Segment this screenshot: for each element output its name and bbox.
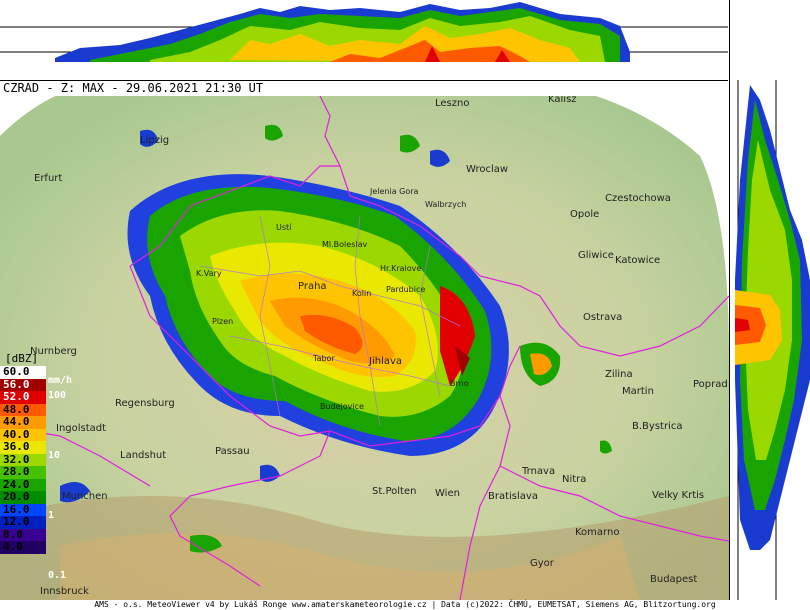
city-vkrtis: Velky Krtis bbox=[652, 490, 704, 501]
footer-credits: AMS - o.s. MeteoViewer v4 by Lukáš Ronge… bbox=[0, 600, 810, 610]
city-innsbruck: Innsbruck bbox=[40, 586, 89, 597]
city-trnava: Trnava bbox=[521, 466, 555, 477]
city-komarno: Komarno bbox=[575, 527, 619, 538]
city-passau: Passau bbox=[215, 446, 250, 457]
city-wroclaw: Wroclaw bbox=[466, 164, 508, 175]
side-profile-strip bbox=[729, 80, 810, 600]
legend-item: 52.0 bbox=[0, 390, 46, 404]
city-zilina: Zilina bbox=[605, 369, 633, 380]
city-wien: Wien bbox=[435, 488, 460, 499]
dbz-legend: [dBZ] 60.0 56.0 52.0 48.0 44.0 40.0 36.0 32.0 28… bbox=[0, 352, 78, 581]
city-leszno: Leszno bbox=[435, 98, 469, 109]
city-martin: Martin bbox=[622, 386, 654, 397]
city-ostrava: Ostrava bbox=[583, 312, 622, 323]
city-pardubice: Pardubice bbox=[386, 285, 425, 294]
city-gliwice: Gliwice bbox=[578, 250, 614, 261]
city-bratislava: Bratislava bbox=[488, 491, 538, 502]
map-svg: Leszno Kalisz Lipzig Wroclaw Erfurt Jele… bbox=[0, 96, 729, 600]
city-katowice: Katowice bbox=[615, 255, 660, 266]
city-nitra: Nitra bbox=[562, 474, 586, 485]
legend-item: 12.0 bbox=[0, 515, 46, 529]
legend-rate-10: 10 bbox=[48, 450, 61, 461]
legend-rate-100: 100 bbox=[48, 390, 67, 401]
legend-rate-0-1: 0.1 bbox=[48, 570, 67, 581]
top-profile-strip bbox=[0, 0, 728, 81]
city-lipzig: Lipzig bbox=[140, 135, 169, 146]
product-title: CZRAD - Z: MAX - 29.06.2021 21:30 UT bbox=[3, 81, 264, 95]
legend-item: 28.0 bbox=[0, 465, 46, 479]
city-jelenia: Jelenia Gora bbox=[369, 187, 419, 196]
city-walbrzych: Walbrzych bbox=[425, 200, 466, 209]
city-regensburg: Regensburg bbox=[115, 398, 175, 409]
city-jihlava: Jihlava bbox=[368, 356, 402, 367]
city-landshut: Landshut bbox=[120, 450, 166, 461]
city-budapest: Budapest bbox=[650, 574, 697, 585]
legend-unit-dbz: [dBZ] bbox=[5, 352, 39, 365]
side-profile-graph bbox=[735, 80, 810, 600]
city-brno: Brno bbox=[450, 379, 469, 388]
city-budejovice: Budejovice bbox=[320, 402, 364, 411]
city-gyor: Gyor bbox=[530, 558, 555, 569]
legend-item: 4.0 bbox=[0, 540, 46, 554]
city-tabor: Tabor bbox=[312, 354, 335, 363]
legend-unit-rate: mm/h bbox=[48, 375, 73, 386]
legend-item: 60.0 bbox=[0, 365, 46, 379]
radar-viewer: CZRAD - Z: MAX - 29.06.2021 21:30 UT Les… bbox=[0, 0, 810, 610]
city-plzen: Plzen bbox=[212, 317, 233, 326]
city-kolin: Kolin bbox=[352, 289, 371, 298]
legend-item: 20.0 bbox=[0, 490, 46, 504]
city-kalisz: Kalisz bbox=[548, 96, 577, 105]
radar-map[interactable]: Leszno Kalisz Lipzig Wroclaw Erfurt Jele… bbox=[0, 96, 729, 600]
city-hkralove: Hr.Kralove bbox=[380, 264, 421, 273]
legend-scale: 60.0 56.0 52.0 48.0 44.0 40.0 36.0 32.0 28.0 24.0… bbox=[0, 365, 78, 554]
city-stpolten: St.Polten bbox=[372, 486, 416, 497]
city-poprad: Poprad bbox=[693, 379, 728, 390]
city-bbystrica: B.Bystrica bbox=[632, 421, 682, 432]
legend-item: 36.0 bbox=[0, 440, 46, 454]
city-praha: Praha bbox=[298, 281, 327, 292]
city-erfurt: Erfurt bbox=[34, 173, 62, 184]
city-czestochowa: Czestochowa bbox=[605, 193, 671, 204]
corner-panel bbox=[729, 0, 810, 81]
city-opole: Opole bbox=[570, 209, 599, 220]
city-kvary: K.Vary bbox=[196, 269, 222, 278]
legend-rate-1: 1 bbox=[48, 510, 55, 521]
city-usti: Ustí bbox=[276, 223, 292, 232]
top-profile-graph bbox=[0, 2, 728, 80]
city-mboleslav: Ml.Boleslav bbox=[322, 240, 367, 249]
legend-item: 44.0 bbox=[0, 415, 46, 429]
